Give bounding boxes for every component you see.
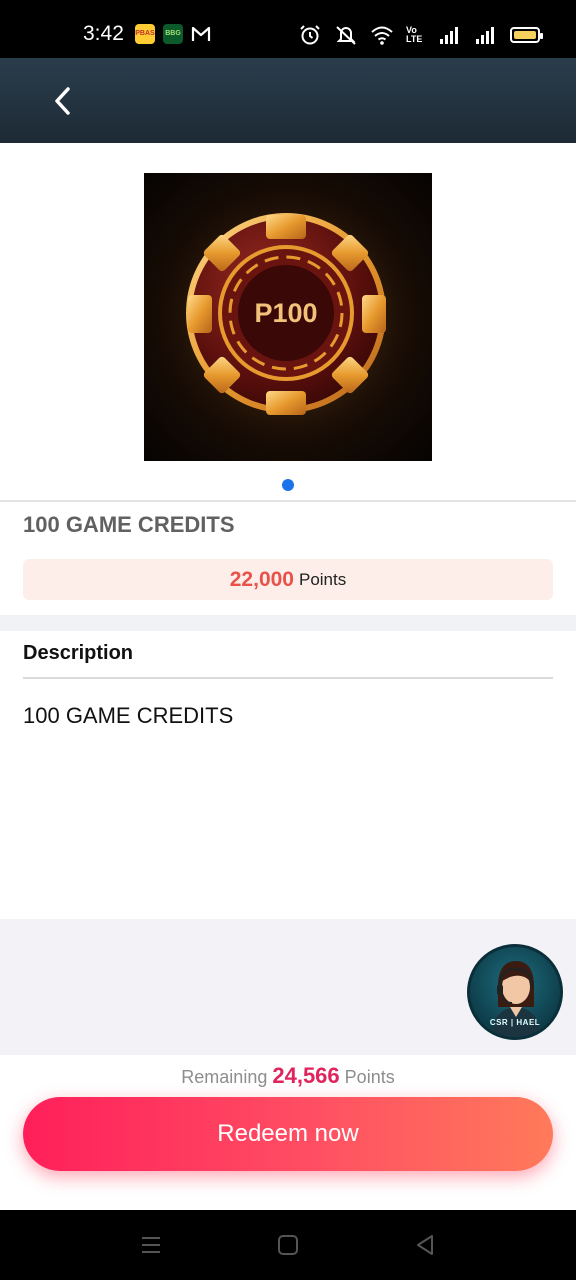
description-text: 100 GAME CREDITS (23, 703, 234, 728)
remaining-value: 24,566 (272, 1063, 340, 1088)
back-button[interactable] (40, 78, 86, 124)
home-icon[interactable] (275, 1232, 301, 1258)
back-icon[interactable] (412, 1232, 438, 1258)
alarm-icon (300, 25, 320, 45)
customer-support-button[interactable]: CSR | HAEL (467, 944, 563, 1040)
section-separator (0, 615, 576, 631)
volte-indicator: Vo LTE (406, 25, 423, 44)
remaining-points: Remaining 24,566 Points (0, 1063, 576, 1089)
divider (0, 500, 576, 502)
battery-icon (510, 27, 543, 43)
casino-chip-image: P100 (144, 173, 432, 461)
chip-label: P100 (254, 298, 317, 328)
price-box: 22,000 Points (23, 559, 553, 600)
product-title: 100 GAME CREDITS (23, 512, 235, 537)
screen: 3:42 PBAS BBG Vo LTE P100 100 GAME CREDI… (0, 0, 576, 1280)
battery-level (514, 31, 536, 39)
wifi-icon (371, 26, 393, 45)
redeem-button[interactable]: Redeem now (23, 1097, 553, 1171)
signal-icon (476, 27, 494, 44)
support-label: CSR | HAEL (489, 1018, 541, 1027)
system-nav-bar (0, 1210, 576, 1280)
menu-icon[interactable] (138, 1232, 164, 1258)
signal-icon (440, 27, 458, 44)
app-notification-icon: BBG (163, 24, 183, 44)
mute-icon (336, 26, 356, 45)
system-icons: Vo LTE (298, 24, 543, 46)
remaining-unit: Points (344, 1067, 395, 1087)
gmail-icon (191, 26, 211, 41)
description-heading: Description (23, 642, 134, 664)
app-notification-icon: PBAS (135, 24, 155, 44)
product-image: P100 (144, 173, 432, 461)
divider (23, 677, 553, 679)
price-unit: Points (298, 569, 347, 589)
status-bar: 3:42 PBAS BBG Vo LTE (0, 0, 576, 58)
remaining-label: Remaining (181, 1067, 268, 1087)
notification-icons: PBAS BBG (135, 24, 211, 44)
chevron-left-icon (55, 87, 70, 115)
status-time: 3:42 (83, 22, 124, 45)
carousel-indicator (282, 479, 294, 491)
app-header (0, 58, 576, 143)
price-value: 22,000 (229, 567, 294, 591)
